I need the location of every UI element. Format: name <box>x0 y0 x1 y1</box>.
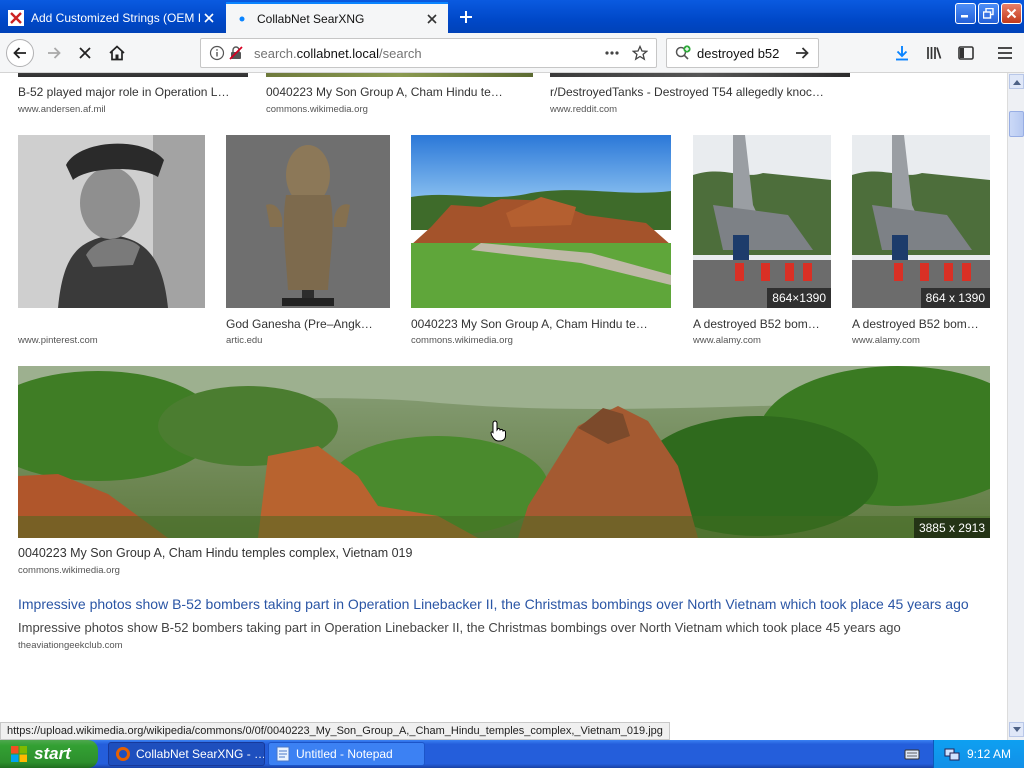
clock: 9:12 AM <box>967 747 1012 761</box>
result-image[interactable]: 0040223 My Son Group A, Cham Hindu te… c… <box>266 73 533 119</box>
minimize-button[interactable] <box>955 3 976 24</box>
navigation-toolbar: search.collabnet.local/search destroyed … <box>0 33 1024 73</box>
stop-loading-button[interactable] <box>71 39 99 67</box>
url-prefix: search. <box>254 46 297 61</box>
firefox-icon <box>115 746 131 762</box>
result-image[interactable]: 0040223 My Son Group A, Cham Hindu te… c… <box>411 135 671 349</box>
result-image[interactable]: God Ganesha (Pre–Angk… artic.edu <box>226 135 390 349</box>
search-go-icon[interactable] <box>794 45 810 64</box>
status-url: https://upload.wikimedia.org/wikipedia/c… <box>0 722 670 740</box>
sidebar-button[interactable] <box>952 39 980 67</box>
result-image[interactable]: r/DestroyedTanks - Destroyed T54 alleged… <box>550 73 850 119</box>
featured-source: commons.wikimedia.org <box>18 565 120 576</box>
restore-button[interactable] <box>978 3 999 24</box>
result-source: www.andersen.af.mil <box>18 104 106 115</box>
home-button[interactable] <box>103 39 131 67</box>
result-image[interactable]: 864 x 1390 A destroyed B52 bom… www.alam… <box>852 135 990 349</box>
scroll-down-arrow-icon[interactable] <box>1009 722 1024 737</box>
url-text[interactable]: search.collabnet.local/search <box>254 46 422 61</box>
network-icon[interactable] <box>944 746 960 765</box>
tab-title: Add Customized Strings (OEM Info <box>31 10 201 25</box>
result-caption[interactable]: 0040223 My Son Group A, Cham Hindu te… <box>411 317 671 331</box>
new-tab-button[interactable] <box>455 6 477 28</box>
thumbnail[interactable] <box>18 135 205 308</box>
search-query: destroyed b52 <box>697 46 780 61</box>
tab-strip: Add Customized Strings (OEM Info CollabN… <box>0 0 1024 33</box>
info-icon[interactable] <box>209 45 225 61</box>
url-path: /search <box>379 46 422 61</box>
thumbnail[interactable]: 864×1390 <box>693 135 831 308</box>
image-dimensions: 864×1390 <box>767 288 831 308</box>
featured-thumbnail[interactable]: 3885 x 2913 <box>18 366 990 538</box>
scroll-up-arrow-icon[interactable] <box>1009 74 1024 89</box>
thumbnail[interactable] <box>411 135 671 308</box>
result-image[interactable]: 864×1390 A destroyed B52 bom… www.alamy.… <box>693 135 831 349</box>
close-tab-icon[interactable] <box>424 11 440 27</box>
taskbar-item-notepad[interactable]: Untitled - Notepad <box>268 742 425 766</box>
thumbnail[interactable]: 864 x 1390 <box>852 135 990 308</box>
scrollbar-thumb[interactable] <box>1009 111 1024 137</box>
result-source: artic.edu <box>226 335 263 346</box>
featured-caption[interactable]: 0040223 My Son Group A, Cham Hindu templ… <box>18 546 990 560</box>
bookmark-star-icon[interactable] <box>632 45 648 61</box>
result-source: www.alamy.com <box>693 335 761 346</box>
result-source: www.alamy.com <box>852 335 920 346</box>
page-actions-icon[interactable] <box>604 45 620 61</box>
tab-oem-strings[interactable]: Add Customized Strings (OEM Info <box>0 2 225 33</box>
tab-collabnet-searxng[interactable]: CollabNet SearXNG <box>226 2 448 33</box>
search-results: B-52 played major role in Operation L… w… <box>0 73 1007 740</box>
taskbar-item-firefox[interactable]: CollabNet SearXNG - … <box>108 742 265 766</box>
address-bar[interactable]: search.collabnet.local/search <box>200 38 657 68</box>
result-source: www.pinterest.com <box>18 335 98 346</box>
result-source: www.reddit.com <box>550 104 618 115</box>
url-domain: collabnet.local <box>296 46 380 61</box>
tab-title: CollabNet SearXNG <box>257 11 365 26</box>
close-window-button[interactable] <box>1001 3 1022 24</box>
link-result-title[interactable]: Impressive photos show B-52 bombers taki… <box>18 596 969 612</box>
start-label: start <box>34 744 71 763</box>
result-source: commons.wikimedia.org <box>266 104 368 115</box>
x-logo-icon <box>8 9 24 26</box>
link-result-description: Impressive photos show B-52 bombers taki… <box>18 620 901 635</box>
search-engine-icon[interactable] <box>674 45 692 63</box>
result-image[interactable]: www.pinterest.com <box>18 135 205 349</box>
thumbnail[interactable] <box>266 73 533 77</box>
link-result-url: theaviationgeekclub.com <box>18 640 123 651</box>
notepad-icon <box>275 746 291 762</box>
vertical-scrollbar[interactable] <box>1007 73 1024 740</box>
insecure-lock-icon[interactable] <box>228 45 244 61</box>
loading-dot-icon <box>234 11 250 27</box>
search-bar[interactable]: destroyed b52 <box>666 38 819 68</box>
thumbnail[interactable] <box>226 135 390 308</box>
image-dimensions: 864 x 1390 <box>920 288 990 308</box>
featured-image-result[interactable]: 3885 x 2913 0040223 My Son Group A, Cham… <box>18 366 990 581</box>
keyboard-icon[interactable] <box>904 746 920 765</box>
thumbnail[interactable] <box>18 73 248 77</box>
result-caption[interactable]: r/DestroyedTanks - Destroyed T54 alleged… <box>550 85 850 99</box>
result-image[interactable]: B-52 played major role in Operation L… w… <box>18 73 248 119</box>
task-label: CollabNet SearXNG - … <box>136 747 265 761</box>
close-tab-icon[interactable] <box>201 10 217 26</box>
back-button[interactable] <box>6 39 34 67</box>
hand-cursor-icon <box>490 420 506 445</box>
result-source: commons.wikimedia.org <box>411 335 513 346</box>
result-caption[interactable]: 0040223 My Son Group A, Cham Hindu te… <box>266 85 533 99</box>
forward-button[interactable] <box>40 39 68 67</box>
image-dimensions: 3885 x 2913 <box>913 518 990 538</box>
result-caption[interactable]: B-52 played major role in Operation L… <box>18 85 248 99</box>
result-caption[interactable]: A destroyed B52 bom… <box>852 317 990 331</box>
windows-logo-icon <box>10 745 28 763</box>
menu-button[interactable] <box>991 39 1019 67</box>
thumbnail[interactable] <box>550 73 850 77</box>
start-button[interactable]: start <box>0 740 98 768</box>
result-caption[interactable]: God Ganesha (Pre–Angk… <box>226 317 390 331</box>
browser-window: Add Customized Strings (OEM Info CollabN… <box>0 0 1024 740</box>
downloads-button[interactable] <box>888 39 916 67</box>
taskbar: start CollabNet SearXNG - … Untitled - N… <box>0 740 1024 768</box>
library-button[interactable] <box>920 39 948 67</box>
task-label: Untitled - Notepad <box>296 747 393 761</box>
result-caption[interactable]: A destroyed B52 bom… <box>693 317 831 331</box>
